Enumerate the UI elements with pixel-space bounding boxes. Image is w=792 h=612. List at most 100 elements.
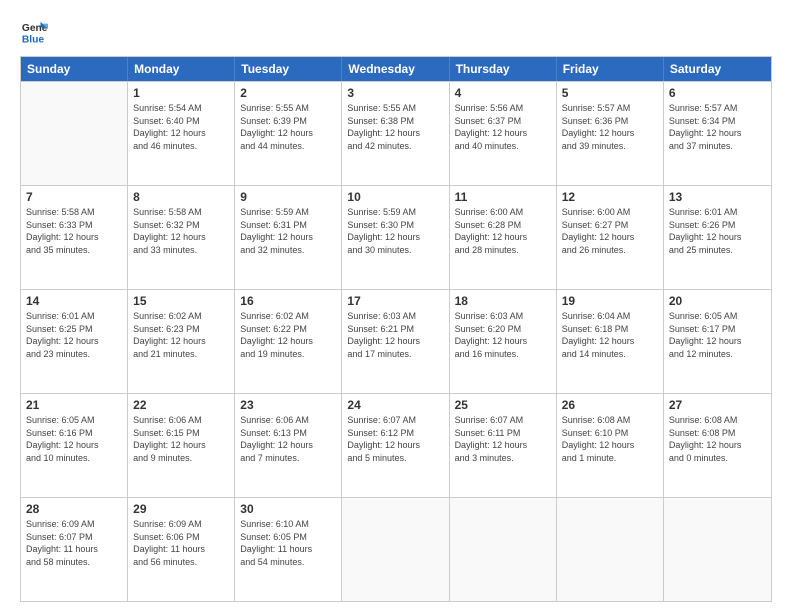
weekday-header: Thursday <box>450 57 557 81</box>
calendar-week-row: 28 Sunrise: 6:09 AM Sunset: 6:07 PM Dayli… <box>21 497 771 601</box>
calendar-week-row: 7 Sunrise: 5:58 AM Sunset: 6:33 PM Daylig… <box>21 185 771 289</box>
calendar-cell: 6 Sunrise: 5:57 AM Sunset: 6:34 PM Daylig… <box>664 82 771 185</box>
day-number: 27 <box>669 398 766 412</box>
calendar-week-row: 14Sunrise: 6:01 AM Sunset: 6:25 PM Dayli… <box>21 289 771 393</box>
calendar-cell: 9Sunrise: 5:59 AM Sunset: 6:31 PM Daylig… <box>235 186 342 289</box>
day-number: 17 <box>347 294 443 308</box>
weekday-header: Friday <box>557 57 664 81</box>
day-info: Sunrise: 6:01 AM Sunset: 6:25 PM Dayligh… <box>26 310 122 360</box>
day-info: Sunrise: 6:05 AM Sunset: 6:16 PM Dayligh… <box>26 414 122 464</box>
calendar-cell: 29 Sunrise: 6:09 AM Sunset: 6:06 PM Dayli… <box>128 498 235 601</box>
day-info: Sunrise: 5:57 AM Sunset: 6:34 PM Dayligh… <box>669 102 766 152</box>
day-number: 15 <box>133 294 229 308</box>
calendar-cell: 21 Sunrise: 6:05 AM Sunset: 6:16 PM Dayli… <box>21 394 128 497</box>
page: General Blue SundayMondayTuesdayWednesda… <box>0 0 792 612</box>
calendar-cell <box>21 82 128 185</box>
day-number: 3 <box>347 86 443 100</box>
calendar-cell: 8 Sunrise: 5:58 AM Sunset: 6:32 PM Daylig… <box>128 186 235 289</box>
day-number: 11 <box>455 190 551 204</box>
day-info: Sunrise: 5:59 AM Sunset: 6:30 PM Dayligh… <box>347 206 443 256</box>
calendar-cell: 14Sunrise: 6:01 AM Sunset: 6:25 PM Dayli… <box>21 290 128 393</box>
day-number: 30 <box>240 502 336 516</box>
day-number: 7 <box>26 190 122 204</box>
day-info: Sunrise: 5:55 AM Sunset: 6:39 PM Dayligh… <box>240 102 336 152</box>
day-number: 21 <box>26 398 122 412</box>
day-number: 6 <box>669 86 766 100</box>
weekday-header: Sunday <box>21 57 128 81</box>
day-number: 1 <box>133 86 229 100</box>
day-number: 19 <box>562 294 658 308</box>
day-number: 20 <box>669 294 766 308</box>
logo: General Blue <box>20 18 52 46</box>
calendar-cell: 10 Sunrise: 5:59 AM Sunset: 6:30 PM Dayli… <box>342 186 449 289</box>
calendar-cell <box>342 498 449 601</box>
day-number: 16 <box>240 294 336 308</box>
day-info: Sunrise: 6:09 AM Sunset: 6:06 PM Dayligh… <box>133 518 229 568</box>
day-info: Sunrise: 6:00 AM Sunset: 6:27 PM Dayligh… <box>562 206 658 256</box>
day-info: Sunrise: 6:04 AM Sunset: 6:18 PM Dayligh… <box>562 310 658 360</box>
calendar-cell: 13 Sunrise: 6:01 AM Sunset: 6:26 PM Dayli… <box>664 186 771 289</box>
day-info: Sunrise: 6:06 AM Sunset: 6:13 PM Dayligh… <box>240 414 336 464</box>
calendar-cell: 24 Sunrise: 6:07 AM Sunset: 6:12 PM Dayli… <box>342 394 449 497</box>
day-info: Sunrise: 6:02 AM Sunset: 6:23 PM Dayligh… <box>133 310 229 360</box>
calendar-cell: 18Sunrise: 6:03 AM Sunset: 6:20 PM Dayli… <box>450 290 557 393</box>
day-number: 2 <box>240 86 336 100</box>
day-number: 22 <box>133 398 229 412</box>
day-number: 28 <box>26 502 122 516</box>
day-info: Sunrise: 6:00 AM Sunset: 6:28 PM Dayligh… <box>455 206 551 256</box>
day-number: 29 <box>133 502 229 516</box>
day-info: Sunrise: 6:05 AM Sunset: 6:17 PM Dayligh… <box>669 310 766 360</box>
calendar-cell <box>664 498 771 601</box>
day-info: Sunrise: 6:07 AM Sunset: 6:12 PM Dayligh… <box>347 414 443 464</box>
calendar-cell: 17 Sunrise: 6:03 AM Sunset: 6:21 PM Dayli… <box>342 290 449 393</box>
weekday-header: Tuesday <box>235 57 342 81</box>
calendar-cell: 2 Sunrise: 5:55 AM Sunset: 6:39 PM Daylig… <box>235 82 342 185</box>
calendar-body: 1Sunrise: 5:54 AM Sunset: 6:40 PM Daylig… <box>21 81 771 601</box>
calendar-week-row: 21 Sunrise: 6:05 AM Sunset: 6:16 PM Dayli… <box>21 393 771 497</box>
weekday-header: Monday <box>128 57 235 81</box>
day-number: 8 <box>133 190 229 204</box>
day-info: Sunrise: 5:58 AM Sunset: 6:33 PM Dayligh… <box>26 206 122 256</box>
day-info: Sunrise: 5:55 AM Sunset: 6:38 PM Dayligh… <box>347 102 443 152</box>
calendar-cell: 20 Sunrise: 6:05 AM Sunset: 6:17 PM Dayli… <box>664 290 771 393</box>
calendar-cell <box>450 498 557 601</box>
day-number: 23 <box>240 398 336 412</box>
day-info: Sunrise: 6:02 AM Sunset: 6:22 PM Dayligh… <box>240 310 336 360</box>
day-number: 9 <box>240 190 336 204</box>
calendar-cell: 30Sunrise: 6:10 AM Sunset: 6:05 PM Dayli… <box>235 498 342 601</box>
calendar-cell: 7 Sunrise: 5:58 AM Sunset: 6:33 PM Daylig… <box>21 186 128 289</box>
day-info: Sunrise: 6:08 AM Sunset: 6:10 PM Dayligh… <box>562 414 658 464</box>
weekday-header: Saturday <box>664 57 771 81</box>
day-info: Sunrise: 5:58 AM Sunset: 6:32 PM Dayligh… <box>133 206 229 256</box>
calendar-cell: 15 Sunrise: 6:02 AM Sunset: 6:23 PM Dayli… <box>128 290 235 393</box>
calendar-cell: 26 Sunrise: 6:08 AM Sunset: 6:10 PM Dayli… <box>557 394 664 497</box>
day-info: Sunrise: 5:56 AM Sunset: 6:37 PM Dayligh… <box>455 102 551 152</box>
calendar-cell: 16 Sunrise: 6:02 AM Sunset: 6:22 PM Dayli… <box>235 290 342 393</box>
day-number: 25 <box>455 398 551 412</box>
calendar-cell: 28 Sunrise: 6:09 AM Sunset: 6:07 PM Dayli… <box>21 498 128 601</box>
calendar-cell: 19 Sunrise: 6:04 AM Sunset: 6:18 PM Dayli… <box>557 290 664 393</box>
day-number: 10 <box>347 190 443 204</box>
header: General Blue <box>20 18 772 46</box>
day-number: 13 <box>669 190 766 204</box>
calendar-cell: 3 Sunrise: 5:55 AM Sunset: 6:38 PM Daylig… <box>342 82 449 185</box>
day-number: 4 <box>455 86 551 100</box>
day-info: Sunrise: 6:09 AM Sunset: 6:07 PM Dayligh… <box>26 518 122 568</box>
day-info: Sunrise: 6:08 AM Sunset: 6:08 PM Dayligh… <box>669 414 766 464</box>
day-number: 18 <box>455 294 551 308</box>
day-info: Sunrise: 6:07 AM Sunset: 6:11 PM Dayligh… <box>455 414 551 464</box>
calendar-cell: 12 Sunrise: 6:00 AM Sunset: 6:27 PM Dayli… <box>557 186 664 289</box>
calendar-cell: 11 Sunrise: 6:00 AM Sunset: 6:28 PM Dayli… <box>450 186 557 289</box>
calendar-cell: 25 Sunrise: 6:07 AM Sunset: 6:11 PM Dayli… <box>450 394 557 497</box>
day-number: 12 <box>562 190 658 204</box>
day-info: Sunrise: 6:01 AM Sunset: 6:26 PM Dayligh… <box>669 206 766 256</box>
day-number: 24 <box>347 398 443 412</box>
day-number: 26 <box>562 398 658 412</box>
logo-icon: General Blue <box>20 18 48 46</box>
day-info: Sunrise: 6:06 AM Sunset: 6:15 PM Dayligh… <box>133 414 229 464</box>
day-info: Sunrise: 6:03 AM Sunset: 6:21 PM Dayligh… <box>347 310 443 360</box>
calendar-header: SundayMondayTuesdayWednesdayThursdayFrid… <box>21 57 771 81</box>
calendar-cell: 4 Sunrise: 5:56 AM Sunset: 6:37 PM Daylig… <box>450 82 557 185</box>
calendar-cell: 22 Sunrise: 6:06 AM Sunset: 6:15 PM Dayli… <box>128 394 235 497</box>
calendar-week-row: 1Sunrise: 5:54 AM Sunset: 6:40 PM Daylig… <box>21 81 771 185</box>
